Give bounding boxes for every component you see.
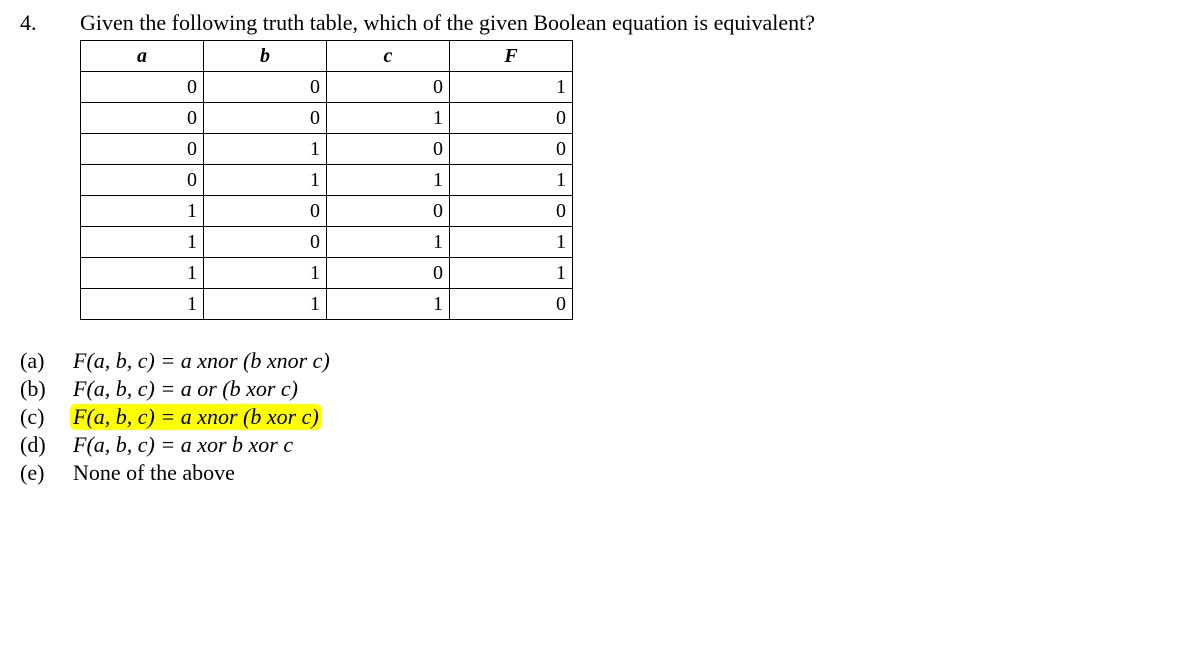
option-text: F(a, b, c) = a xnor (b xor c) bbox=[70, 404, 322, 430]
option-row: (e)None of the above bbox=[20, 460, 1180, 486]
table-cell: 0 bbox=[327, 72, 450, 103]
table-row: 0001 bbox=[81, 72, 573, 103]
option-row: (b)F(a, b, c) = a or (b xor c) bbox=[20, 376, 1180, 402]
table-cell: 0 bbox=[81, 72, 204, 103]
question-text: Given the following truth table, which o… bbox=[80, 10, 1180, 36]
table-cell: 1 bbox=[327, 165, 450, 196]
table-row: 0010 bbox=[81, 103, 573, 134]
table-cell: 0 bbox=[81, 103, 204, 134]
table-row: 0111 bbox=[81, 165, 573, 196]
option-row: (d)F(a, b, c) = a xor b xor c bbox=[20, 432, 1180, 458]
table-cell: 0 bbox=[327, 196, 450, 227]
table-cell: 1 bbox=[327, 227, 450, 258]
table-cell: 0 bbox=[327, 134, 450, 165]
option-label: (c) bbox=[20, 404, 70, 430]
table-cell: 1 bbox=[204, 134, 327, 165]
table-cell: 1 bbox=[450, 72, 573, 103]
option-label: (b) bbox=[20, 376, 70, 402]
table-cell: 1 bbox=[327, 103, 450, 134]
option-label: (d) bbox=[20, 432, 70, 458]
col-header: c bbox=[327, 41, 450, 72]
table-cell: 1 bbox=[81, 289, 204, 320]
table-row: 1011 bbox=[81, 227, 573, 258]
col-header: b bbox=[204, 41, 327, 72]
option-text: F(a, b, c) = a xor b xor c bbox=[70, 432, 296, 458]
table-row: 1101 bbox=[81, 258, 573, 289]
table-cell: 1 bbox=[327, 289, 450, 320]
option-label: (a) bbox=[20, 348, 70, 374]
table-cell: 0 bbox=[81, 134, 204, 165]
truth-table: a b c F 00010010010001111000101111011110 bbox=[80, 40, 573, 320]
option-label: (e) bbox=[20, 460, 70, 486]
option-text: None of the above bbox=[70, 460, 238, 486]
table-cell: 1 bbox=[204, 165, 327, 196]
table-cell: 0 bbox=[450, 289, 573, 320]
col-header: F bbox=[450, 41, 573, 72]
table-header-row: a b c F bbox=[81, 41, 573, 72]
table-cell: 0 bbox=[204, 227, 327, 258]
col-header: a bbox=[81, 41, 204, 72]
table-row: 0100 bbox=[81, 134, 573, 165]
table-cell: 0 bbox=[450, 134, 573, 165]
table-cell: 1 bbox=[81, 227, 204, 258]
options-list: (a)F(a, b, c) = a xnor (b xnor c)(b)F(a,… bbox=[20, 348, 1180, 486]
table-cell: 0 bbox=[327, 258, 450, 289]
option-row: (a)F(a, b, c) = a xnor (b xnor c) bbox=[20, 348, 1180, 374]
table-cell: 0 bbox=[81, 165, 204, 196]
table-cell: 1 bbox=[450, 227, 573, 258]
table-cell: 1 bbox=[81, 258, 204, 289]
table-cell: 1 bbox=[204, 258, 327, 289]
table-cell: 0 bbox=[204, 196, 327, 227]
table-cell: 0 bbox=[204, 72, 327, 103]
table-cell: 0 bbox=[450, 103, 573, 134]
table-cell: 1 bbox=[450, 165, 573, 196]
table-row: 1000 bbox=[81, 196, 573, 227]
table-cell: 0 bbox=[450, 196, 573, 227]
table-cell: 1 bbox=[81, 196, 204, 227]
table-row: 1110 bbox=[81, 289, 573, 320]
option-text: F(a, b, c) = a or (b xor c) bbox=[70, 376, 301, 402]
table-cell: 1 bbox=[204, 289, 327, 320]
table-cell: 1 bbox=[450, 258, 573, 289]
option-row: (c)F(a, b, c) = a xnor (b xor c) bbox=[20, 404, 1180, 430]
question-number: 4. bbox=[20, 10, 80, 36]
table-cell: 0 bbox=[204, 103, 327, 134]
option-text: F(a, b, c) = a xnor (b xnor c) bbox=[70, 348, 333, 374]
